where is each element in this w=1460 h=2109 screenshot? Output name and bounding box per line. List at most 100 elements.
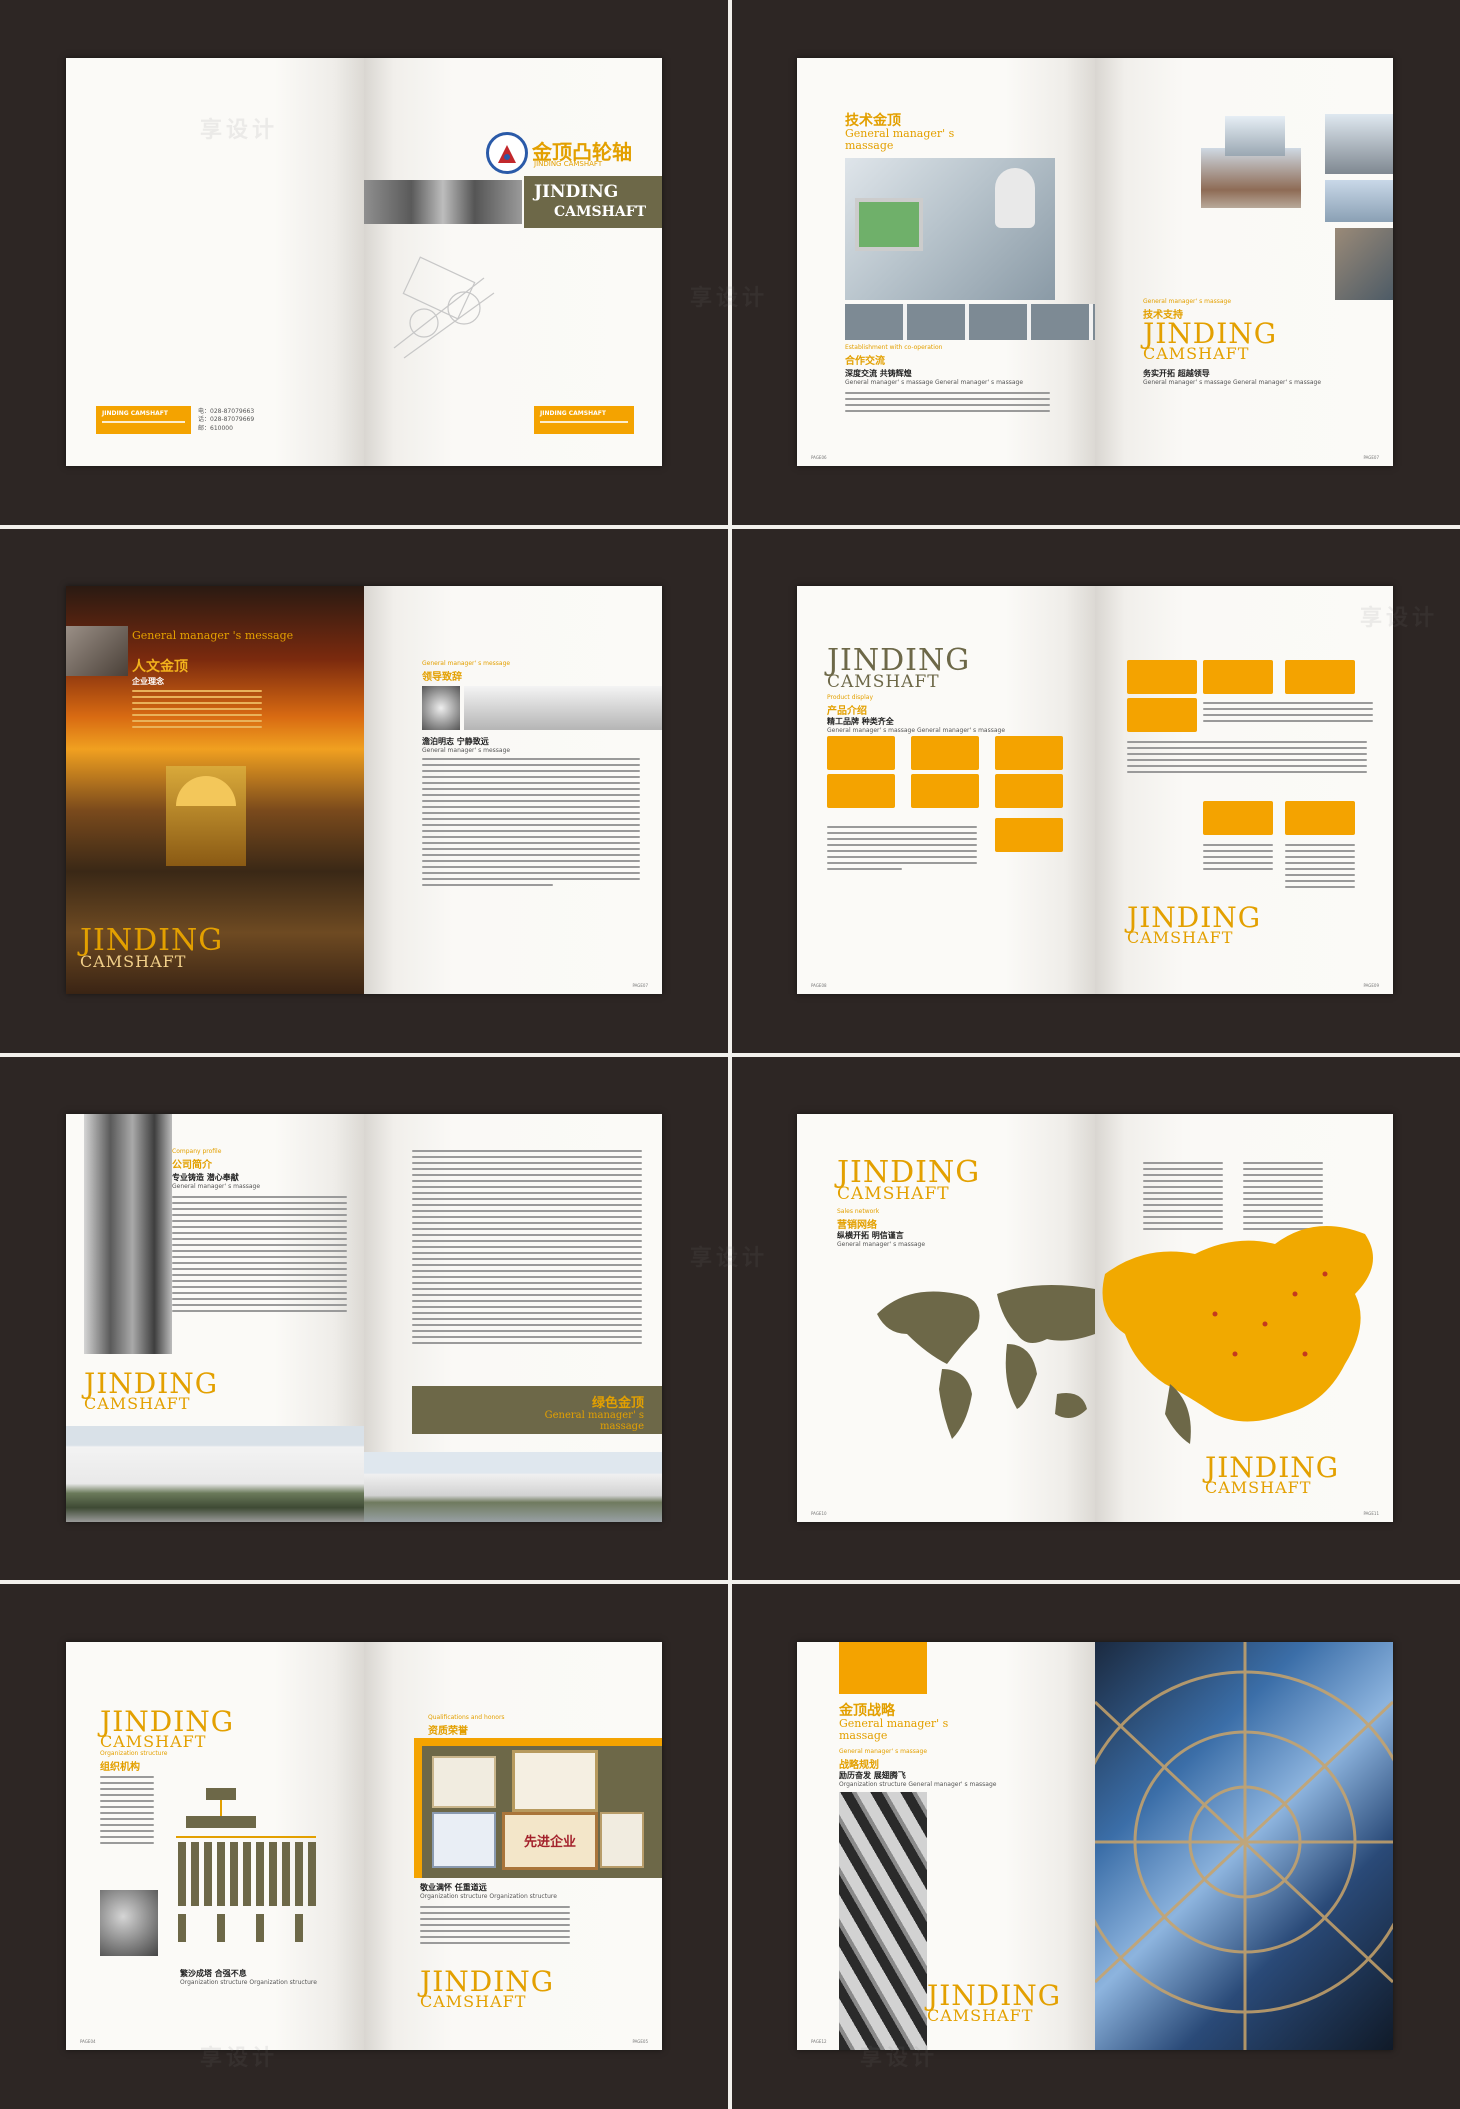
product-sub: 精工品牌 种类齐全 (827, 717, 894, 726)
front-cover: 金顶凸轮轴 JINDING CAMSHAFT JINDING CAMSHAFT … (364, 58, 662, 466)
product-tile (827, 736, 895, 770)
turbine-photo (422, 686, 460, 730)
coop-en: Establishment with co-operation (845, 344, 943, 351)
watermark: 享设计 (690, 1246, 769, 1271)
cover-title-1: JINDING (534, 182, 619, 202)
support-sub: 务实开拓 超越领导 (1143, 369, 1210, 378)
contact-fax: 话：028-87079669 (198, 416, 255, 424)
brand-wordmark: JINDING CAMSHAFT (420, 1968, 554, 2010)
page-honors: Qualifications and honors 资质荣誉 先进企业 敬业满怀… (364, 1642, 662, 2050)
culture-body-text (132, 690, 262, 732)
page-china-map: JINDING CAMSHAFT PAGE11 (1095, 1114, 1393, 1522)
product-tile (1127, 660, 1197, 694)
page-organization: JINDING CAMSHAFT Organization structure … (66, 1642, 364, 2050)
org-chart-node (186, 1816, 256, 1828)
product-tile (911, 736, 979, 770)
logo-en: JINDING CAMSHAFT (534, 160, 603, 168)
product-body-text (827, 826, 977, 874)
page-products-detail: JINDING CAMSHAFT PAGE09 (1095, 586, 1393, 994)
page-technology: 技术金顶 General manager' s massage Establis… (797, 58, 1095, 466)
plant-exterior-photo (364, 1452, 662, 1522)
spread-strategy: 金顶战略 General manager' s massage General … (797, 1642, 1393, 2050)
watermark: 享设计 (1360, 606, 1439, 631)
page-products: JINDING CAMSHAFT Product display 产品介绍 精工… (797, 586, 1095, 994)
lead-zh: 领导致辞 (422, 672, 462, 683)
contact-list: 电：028-87079663 话：028-87079669 邮：610000 (198, 408, 254, 433)
product-tile (1285, 801, 1355, 835)
page-number: PAGE09 (1363, 983, 1379, 988)
china-map-image (1095, 1214, 1393, 1454)
net-en: Sales network (837, 1208, 880, 1215)
org-dept (230, 1842, 238, 1906)
honor-en: Qualifications and honors (428, 1714, 505, 1721)
plan-sub: 励历奋发 展翅腾飞 (839, 1771, 906, 1780)
intro-en2: General manager' s massage (172, 1183, 261, 1190)
org-zh: 组织机构 (100, 1762, 140, 1773)
org-dept (243, 1842, 251, 1906)
brand-wordmark: JINDING CAMSHAFT (100, 1708, 234, 1750)
net-sub: 纵横开拓 明信谨言 (837, 1231, 904, 1240)
orange-corner-block (839, 1642, 927, 1694)
certificate (432, 1812, 496, 1868)
contact-post: 邮：610000 (198, 424, 233, 432)
product-tile (1203, 660, 1273, 694)
support-en2: General manager' s massage General manag… (1143, 379, 1322, 386)
product-tile (995, 774, 1063, 808)
product-en: Product display (827, 694, 873, 701)
page-number: PAGE06 (811, 455, 827, 460)
culture-idea: 企业理念 (132, 677, 164, 686)
org-dept (191, 1842, 199, 1906)
net-en2: General manager' s massage (837, 1241, 926, 1248)
detail-text (1285, 844, 1355, 892)
page-number: PAGE11 (1363, 1511, 1379, 1516)
page-number: PAGE08 (811, 983, 827, 988)
aircraft-photo (464, 686, 662, 730)
org-connector (220, 1800, 222, 1816)
product-tile (995, 818, 1063, 852)
brand-wordmark: JINDING CAMSHAFT (837, 1158, 980, 1203)
brand-wordmark: JINDING CAMSHAFT (1205, 1454, 1339, 1496)
intro-body-text (172, 1196, 347, 1316)
brand-wordmark: JINDING CAMSHAFT (80, 926, 223, 970)
product-tile (1127, 698, 1197, 732)
coop-sub: 深度交流 共铸辉煌 (845, 369, 912, 378)
front-logo-text: JINDING CAMSHAFT (540, 410, 606, 417)
watermark: 享设计 (200, 118, 279, 143)
product-tile (1285, 660, 1355, 694)
page-number: PAGE12 (811, 2039, 827, 2044)
logo-icon (486, 132, 528, 174)
plant-photo (1225, 116, 1285, 156)
org-unit (178, 1914, 186, 1942)
horizontal-divider (0, 525, 1460, 529)
watermark: 享设计 (690, 286, 769, 311)
product-zh: 产品介绍 (827, 706, 867, 717)
honor-sub: 敬业满怀 任重道远 (420, 1883, 487, 1892)
page-leadership: General manager' s message 领导致辞 澹泊明志 宁静致… (364, 586, 662, 994)
brochure-grid: JINDING CAMSHAFT 电：028-87079663 话：028-87… (0, 0, 1460, 2109)
page-strategy: 金顶战略 General manager' s massage General … (797, 1642, 1095, 2050)
brand-wordmark: JINDING CAMSHAFT (1143, 320, 1277, 362)
honor-body-text (420, 1906, 570, 1948)
statue-photo (1325, 114, 1393, 174)
page-number: PAGE04 (80, 2039, 96, 2044)
factory-building-photo (66, 1426, 364, 1522)
org-en: Organization structure (100, 1750, 168, 1757)
cover-title-band: JINDING CAMSHAFT (524, 176, 662, 228)
chain-gear-photo (100, 1890, 158, 1956)
lead-en2: General manager' s message (422, 747, 511, 754)
brand-wordmark: JINDING CAMSHAFT (827, 646, 970, 691)
spread-company: Company profile 公司简介 专业铸造 潜心奉献 General m… (66, 1114, 662, 1522)
glass-dome-photo (1095, 1642, 1393, 2050)
camshaft-photo-strip (364, 180, 522, 224)
spread-technology: 技术金顶 General manager' s massage Establis… (797, 58, 1393, 466)
coop-body-text (845, 392, 1050, 416)
plan-zh: 战略规划 (839, 1760, 879, 1771)
workshop-photo (1335, 228, 1393, 300)
honor-en2: Organization structure Organization stru… (420, 1893, 557, 1900)
spread-network: JINDING CAMSHAFT Sales network 营销网络 纵横开拓… (797, 1114, 1393, 1522)
tech-title-en: General manager' s massage (845, 127, 955, 152)
watermark: 享设计 (860, 2046, 939, 2071)
product-tile (995, 736, 1063, 770)
intro-zh: 公司简介 (172, 1160, 212, 1171)
green-title-band: 绿色金顶 General manager' s massage (412, 1386, 662, 1434)
